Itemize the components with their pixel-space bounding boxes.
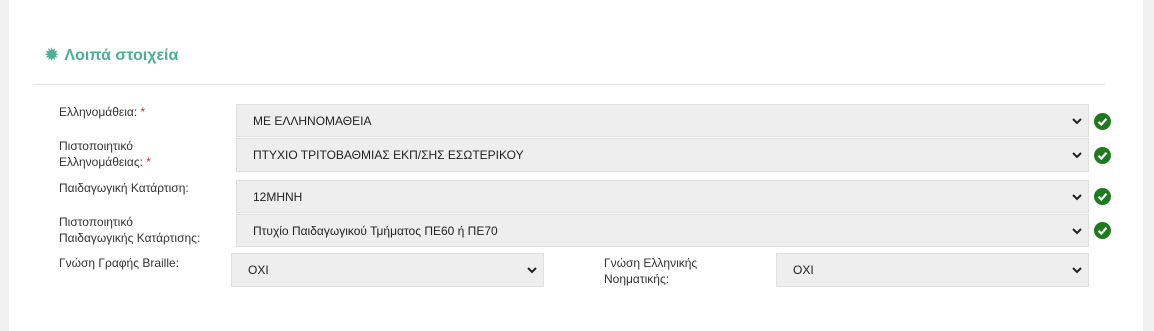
check-circle-icon: [1094, 147, 1111, 164]
greek-certificate-label-line2: Ελληνομάθειας:: [59, 155, 143, 169]
pedagogical-training-value: 12ΜΗΝΗ: [253, 189, 303, 204]
required-mark: *: [146, 155, 151, 169]
braille-select[interactable]: ΟΧΙ: [231, 253, 544, 287]
braille-label: Γνώση Γραφής Braille:: [59, 256, 180, 270]
check-circle-icon: [1094, 222, 1111, 239]
sign-language-label: Γνώση Ελληνικής Νοηματικής:: [604, 255, 697, 287]
pedagogical-certificate-value: Πτυχίο Παιδαγωγικού Τμήματος ΠΕ60 ή ΠΕ70: [253, 223, 498, 238]
required-mark: *: [140, 105, 146, 119]
form-panel: ✹ Λοιπά στοιχεία Ελληνομάθεια: * ΜΕ ΕΛΛΗ…: [9, 0, 1143, 331]
braille-value: ΟΧΙ: [248, 263, 269, 277]
section-divider: [33, 84, 1105, 85]
greek-certificate-value: ΠΤΥΧΙΟ ΤΡΙΤΟΒΑΘΜΙΑΣ ΕΚΠ/ΣΗΣ ΕΣΩΤΕΡΙΚΟΥ: [253, 148, 524, 162]
pedagogical-training-select[interactable]: 12ΜΗΝΗ: [236, 180, 1089, 213]
greek-certificate-label-line1: Πιστοποιητικό: [59, 139, 133, 153]
check-circle-icon: [1094, 188, 1111, 205]
chevron-down-icon: [527, 267, 537, 274]
greek-proficiency-select[interactable]: ΜΕ ΕΛΛΗΝΟΜΑΘΕΙΑ: [236, 104, 1089, 137]
chevron-down-icon: [1072, 227, 1082, 234]
greek-proficiency-label-text: Ελληνομάθεια:: [59, 105, 138, 119]
chevron-down-icon: [1072, 267, 1082, 274]
pedagogical-certificate-label-line1: Πιστοποιητικό: [59, 215, 133, 229]
pedagogical-certificate-label-line2: Παιδαγωγικής Κατάρτισης:: [59, 231, 201, 245]
greek-proficiency-value: ΜΕ ΕΛΛΗΝΟΜΑΘΕΙΑ: [253, 113, 372, 128]
greek-certificate-select[interactable]: ΠΤΥΧΙΟ ΤΡΙΤΟΒΑΘΜΙΑΣ ΕΚΠ/ΣΗΣ ΕΣΩΤΕΡΙΚΟΥ: [236, 138, 1089, 172]
sign-language-value: ΟΧΙ: [793, 263, 814, 277]
section-header: ✹ Λοιπά στοιχεία: [45, 47, 178, 65]
pedagogical-certificate-select[interactable]: Πτυχίο Παιδαγωγικού Τμήματος ΠΕ60 ή ΠΕ70: [236, 214, 1089, 247]
check-circle-icon: [1094, 113, 1111, 130]
gear-icon: ✹: [45, 47, 59, 64]
chevron-down-icon: [1072, 117, 1082, 124]
greek-certificate-label: Πιστοποιητικό Ελληνομάθειας: *: [59, 138, 151, 170]
section-title: Λοιπά στοιχεία: [64, 47, 179, 64]
pedagogical-training-label: Παιδαγωγική Κατάρτιση:: [59, 181, 189, 195]
chevron-down-icon: [1072, 193, 1082, 200]
pedagogical-certificate-label: Πιστοποιητικό Παιδαγωγικής Κατάρτισης:: [59, 214, 200, 246]
sign-language-label-line1: Γνώση Ελληνικής: [604, 256, 698, 270]
greek-proficiency-label: Ελληνομάθεια: *: [59, 104, 145, 120]
sign-language-label-line2: Νοηματικής:: [604, 272, 670, 286]
chevron-down-icon: [1072, 152, 1082, 159]
sign-language-select[interactable]: ΟΧΙ: [776, 253, 1089, 287]
